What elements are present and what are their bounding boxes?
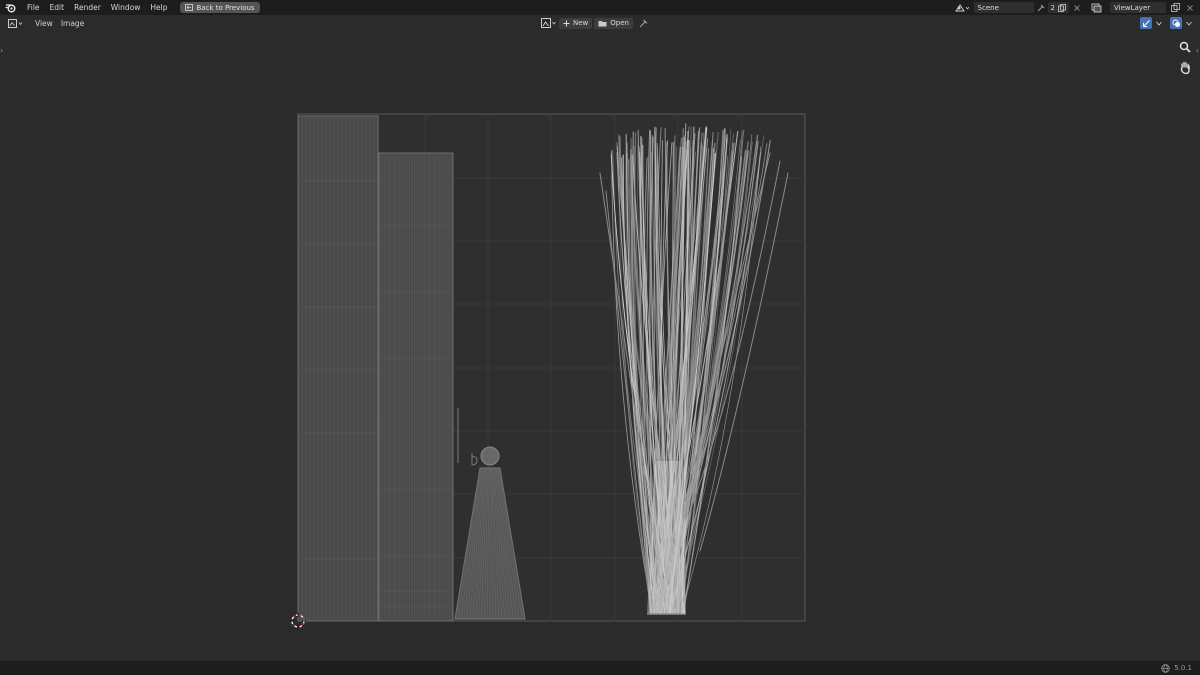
- duplicate-scene-icon[interactable]: [1058, 3, 1066, 12]
- uv-island-middle-panel: [378, 152, 454, 622]
- folder-icon: [598, 20, 607, 27]
- overlay-icon[interactable]: [1170, 17, 1182, 29]
- pin-icon[interactable]: [638, 19, 650, 28]
- gizmo-dropdown-icon[interactable]: [1156, 21, 1162, 26]
- viewport-toggles: [1140, 16, 1192, 30]
- menu-view[interactable]: View: [31, 19, 57, 28]
- image-browse-icon[interactable]: [540, 18, 557, 28]
- pin-scene-icon[interactable]: [1037, 4, 1045, 12]
- menu-help[interactable]: Help: [145, 0, 172, 15]
- delete-scene-icon[interactable]: [1072, 4, 1082, 11]
- open-image-button[interactable]: Open: [594, 17, 633, 29]
- viewlayer-name-field[interactable]: ViewLayer: [1110, 2, 1166, 13]
- uv-editor-viewport[interactable]: [0, 31, 1200, 661]
- duplicate-viewlayer-icon[interactable]: [1169, 3, 1181, 12]
- back-to-previous-button[interactable]: Back to Previous: [180, 2, 260, 13]
- gizmo-icon[interactable]: [1140, 17, 1152, 29]
- viewlayer-name-text: ViewLayer: [1114, 3, 1151, 12]
- overlay-dropdown-icon[interactable]: [1186, 21, 1192, 26]
- viewlayer-browse-icon[interactable]: [1089, 3, 1107, 13]
- new-image-label: New: [573, 19, 589, 27]
- navigation-gizmos: [1178, 40, 1192, 74]
- blender-logo-icon[interactable]: [4, 2, 16, 14]
- scene-users-text: 2: [1050, 3, 1055, 12]
- back-to-previous-label: Back to Previous: [196, 3, 255, 12]
- scene-users-count[interactable]: 2: [1047, 2, 1069, 13]
- toolbar-expand-icon[interactable]: ›: [0, 46, 3, 55]
- uv-canvas[interactable]: [0, 31, 1200, 661]
- scene-name-field[interactable]: Scene: [973, 2, 1034, 13]
- menu-window[interactable]: Window: [106, 0, 146, 15]
- sidebar-expand-icon[interactable]: ‹: [1196, 46, 1199, 55]
- open-image-label: Open: [610, 19, 629, 27]
- back-icon: [185, 4, 194, 11]
- hand-pan-icon[interactable]: [1178, 60, 1192, 74]
- scene-browse-icon[interactable]: [953, 3, 971, 13]
- version-text: 5.0.1: [1174, 664, 1192, 672]
- menu-render[interactable]: Render: [69, 0, 106, 15]
- image-datablock-controls: New Open: [540, 16, 650, 30]
- uv-island-left-panel: [297, 115, 379, 622]
- top-bar: File Edit Render Window Help Back to Pre…: [0, 0, 1200, 15]
- image-editor-icon[interactable]: [7, 18, 25, 28]
- delete-viewlayer-icon[interactable]: [1184, 4, 1196, 11]
- menu-file[interactable]: File: [22, 0, 45, 15]
- zoom-icon[interactable]: [1178, 40, 1192, 54]
- scene-name-text: Scene: [977, 3, 999, 12]
- menu-edit[interactable]: Edit: [45, 0, 70, 15]
- globe-icon[interactable]: [1161, 663, 1170, 673]
- new-image-button[interactable]: New: [559, 17, 593, 29]
- menu-image[interactable]: Image: [57, 19, 89, 28]
- status-bar: 5.0.1: [0, 661, 1200, 675]
- plus-icon: [563, 20, 570, 27]
- top-right-controls: Scene 2 ViewLayer: [953, 0, 1200, 15]
- editor-header: View Image New Open: [0, 15, 1200, 31]
